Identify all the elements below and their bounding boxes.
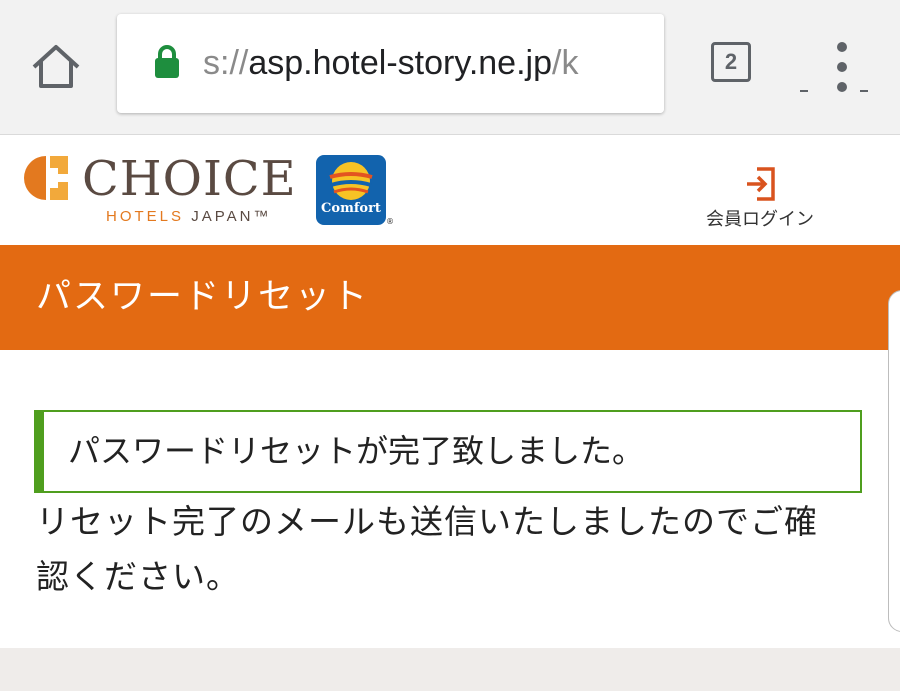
toolbar-tick [800, 90, 808, 92]
login-label: 会員ログイン [706, 209, 814, 230]
tab-switcher-button[interactable]: 2 [711, 42, 751, 82]
url-path: /k [552, 44, 579, 82]
comfort-logo-text: Comfort [321, 201, 381, 216]
site-header: CHOICE HOTELS JAPAN™ Comfort ® 会員ログイン [0, 135, 900, 245]
home-icon [32, 45, 80, 88]
lock-icon [155, 45, 179, 78]
login-icon [747, 167, 775, 201]
overflow-menu-icon [837, 42, 847, 52]
menu-dot [837, 62, 847, 72]
page-title-bar: パスワードリセット [0, 245, 900, 350]
page-footer [0, 648, 900, 691]
home-button[interactable] [26, 36, 86, 96]
browser-toolbar: s://asp.hotel-story.ne.jp/k 2 [0, 0, 900, 135]
toolbar-tick [860, 90, 868, 92]
url-fade [638, 14, 664, 113]
menu-dot [837, 82, 847, 92]
brand-sub-hotels: HOTELS [106, 208, 185, 225]
page-title: パスワードリセット [36, 277, 370, 317]
overflow-menu-button[interactable] [822, 40, 862, 94]
url-host: asp.hotel-story.ne.jp [248, 44, 552, 82]
registered-mark: ® [386, 217, 394, 226]
member-login-link[interactable]: 会員ログイン [695, 165, 825, 235]
success-notice: パスワードリセットが完了致しました。 [34, 410, 862, 493]
brand-sub-japan: JAPAN™ [191, 208, 272, 225]
side-panel-edge [888, 290, 900, 632]
comfort-sun-icon [329, 162, 373, 200]
url-text[interactable]: s://asp.hotel-story.ne.jp/k [203, 14, 664, 113]
confirmation-message: リセット完了のメールも送信いたしましたのでご確認ください。 [36, 502, 818, 596]
url-scheme: s:// [203, 44, 249, 82]
success-notice-text: パスワードリセットが完了致しました。 [68, 432, 645, 470]
choice-logo-mark-icon [24, 156, 68, 200]
brand-name: CHOICE [82, 151, 297, 207]
address-bar[interactable]: s://asp.hotel-story.ne.jp/k [117, 14, 664, 113]
brand-subtitle: HOTELS JAPAN™ [106, 208, 271, 225]
comfort-logo[interactable]: Comfort [316, 155, 386, 225]
